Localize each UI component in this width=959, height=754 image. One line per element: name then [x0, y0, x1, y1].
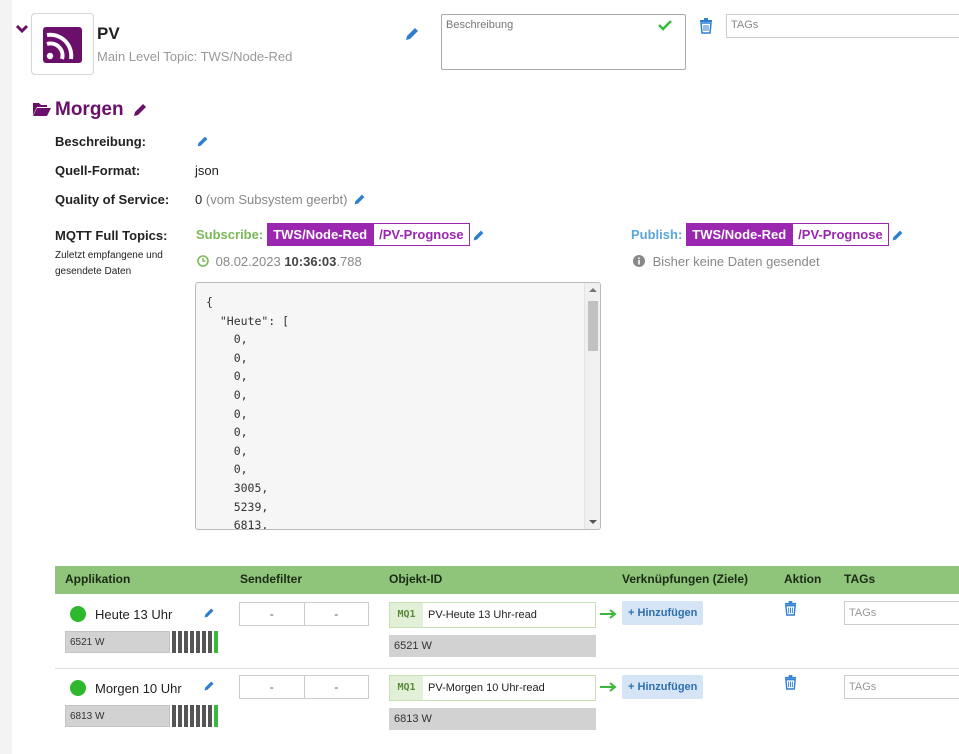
filter-min[interactable]: - [240, 603, 304, 625]
filter-max[interactable]: - [303, 676, 369, 698]
object-id-field[interactable]: MQ1 PV-Heute 13 Uhr-read [389, 602, 596, 628]
pencil-icon[interactable] [472, 229, 485, 242]
source-format-label: Quell-Format: [55, 163, 141, 178]
subscribe-prefix-bold: Node-Red [305, 227, 368, 242]
col-filter: Sendefilter [240, 572, 303, 586]
add-link-label: Hinzufügen [637, 681, 698, 693]
publish-prefix-bold: Node-Red [724, 227, 787, 242]
status-indicator [70, 680, 86, 696]
send-filter[interactable]: - - [239, 675, 369, 699]
app-name: Heute 13 Uhr [95, 607, 173, 622]
topic-logo [31, 13, 94, 75]
chevron-down-icon[interactable] [15, 22, 29, 36]
rss-icon [43, 27, 82, 63]
add-link-button[interactable]: + Hinzufügen [622, 601, 704, 625]
filter-min[interactable]: - [240, 676, 304, 698]
send-filter[interactable]: - - [239, 602, 369, 626]
qos-value: 0 (vom Subsystem geerbt) [195, 192, 347, 207]
publish-suffix: /PV-Prognose [792, 223, 889, 246]
payload-scrollbar[interactable] [584, 283, 600, 529]
app-name: Morgen 10 Uhr [95, 681, 182, 696]
publish-prefix: TWS/Node-Red [686, 223, 793, 246]
topic-subtitle: Main Level Topic: TWS/Node-Red [97, 49, 293, 64]
app-value: 6521 W [65, 631, 170, 653]
check-icon[interactable] [658, 19, 672, 31]
plus-icon: + [628, 607, 635, 619]
row-separator [55, 668, 959, 669]
pencil-icon[interactable] [132, 102, 148, 118]
pencil-icon[interactable] [203, 680, 215, 692]
qos-label: Quality of Service: [55, 192, 170, 207]
col-action: Aktion [784, 572, 822, 586]
scroll-up-icon[interactable] [589, 287, 597, 293]
pencil-icon[interactable] [404, 26, 420, 42]
scroll-down-icon[interactable] [589, 519, 597, 525]
object-tag: MQ1 [390, 676, 423, 700]
col-app: Applikation [65, 572, 131, 586]
json-payload-text: { "Heute": [ 0, 0, 0, 0, 0, 0, 0, 0, 300… [206, 295, 290, 530]
subscribe-suffix: /PV-Prognose [373, 223, 470, 246]
subscribe-prefix-text: TWS/ [273, 227, 306, 242]
section-title: Morgen [55, 99, 124, 120]
signal-bars [172, 631, 218, 653]
clock-icon [197, 255, 209, 267]
object-value: 6521 W [389, 635, 596, 657]
application-table-header: Applikation Sendefilter Objekt-ID Verknü… [55, 566, 959, 594]
mqtt-label: MQTT Full Topics: [55, 228, 168, 243]
trash-icon[interactable] [784, 601, 797, 616]
object-tag: MQ1 [390, 603, 423, 627]
filter-max[interactable]: - [303, 603, 369, 625]
source-format-value: json [195, 163, 219, 178]
json-payload-viewer[interactable]: { "Heute": [ 0, 0, 0, 0, 0, 0, 0, 0, 300… [195, 282, 601, 530]
timestamp-time: 10:36:03 [284, 254, 337, 269]
signal-bars [172, 705, 218, 727]
row-tags-input[interactable]: TAGs [844, 675, 959, 699]
topic-name: PV [97, 24, 120, 43]
scroll-thumb[interactable] [588, 301, 598, 351]
col-object: Objekt-ID [389, 572, 443, 586]
last-received-timestamp: 08.02.2023 10:36:03.788 [197, 254, 362, 269]
object-id: PV-Morgen 10 Uhr-read [428, 682, 545, 694]
object-value: 6813 W [389, 708, 596, 730]
row-tags-input[interactable]: TAGs [844, 601, 959, 625]
subscribe-label: Subscribe: [196, 227, 264, 242]
subscribe-topic: Subscribe: TWS/Node-Red/PV-Prognose [196, 223, 470, 246]
object-id-field[interactable]: MQ1 PV-Morgen 10 Uhr-read [389, 675, 596, 701]
topic-description-input[interactable]: Beschreibung [441, 14, 686, 70]
add-link-button[interactable]: + Hinzufügen [622, 675, 704, 699]
publish-status-text: Bisher keine Daten gesendet [652, 254, 820, 269]
publish-label: Publish: [631, 227, 683, 242]
qos-note: (vom Subsystem geerbt) [205, 192, 348, 207]
trash-icon[interactable] [699, 18, 713, 34]
pencil-icon[interactable] [891, 229, 904, 242]
pencil-icon[interactable] [203, 607, 215, 619]
publish-topic: Publish: TWS/Node-Red/PV-Prognose [631, 223, 889, 246]
qos-number: 0 [195, 192, 203, 207]
pencil-icon[interactable] [196, 135, 209, 148]
timestamp-ms: .788 [336, 254, 362, 269]
subscribe-prefix: TWS/Node-Red [267, 223, 374, 246]
publish-prefix-text: TWS/ [692, 227, 725, 242]
app-value: 6813 W [65, 705, 170, 727]
timestamp-date: 08.02.2023 [215, 254, 281, 269]
status-indicator [70, 606, 86, 622]
trash-icon[interactable] [784, 675, 797, 690]
folder-open-icon [33, 103, 51, 116]
arrow-right-icon [600, 682, 617, 692]
topic-tags-input[interactable]: TAGs [726, 14, 959, 38]
plus-icon: + [628, 681, 635, 693]
publish-status: Bisher keine Daten gesendet [633, 254, 820, 269]
pencil-icon[interactable] [353, 193, 366, 206]
col-links: Verknüpfungen (Ziele) [622, 572, 749, 586]
add-link-label: Hinzufügen [637, 607, 698, 619]
object-id: PV-Heute 13 Uhr-read [428, 609, 537, 621]
col-tags: TAGs [844, 572, 876, 586]
description-placeholder: Beschreibung [446, 19, 514, 31]
mqtt-note: Zuletzt empfangene und gesendete Daten [55, 250, 163, 277]
description-label: Beschreibung: [55, 134, 147, 149]
arrow-right-icon [600, 609, 617, 619]
info-icon [633, 255, 645, 267]
